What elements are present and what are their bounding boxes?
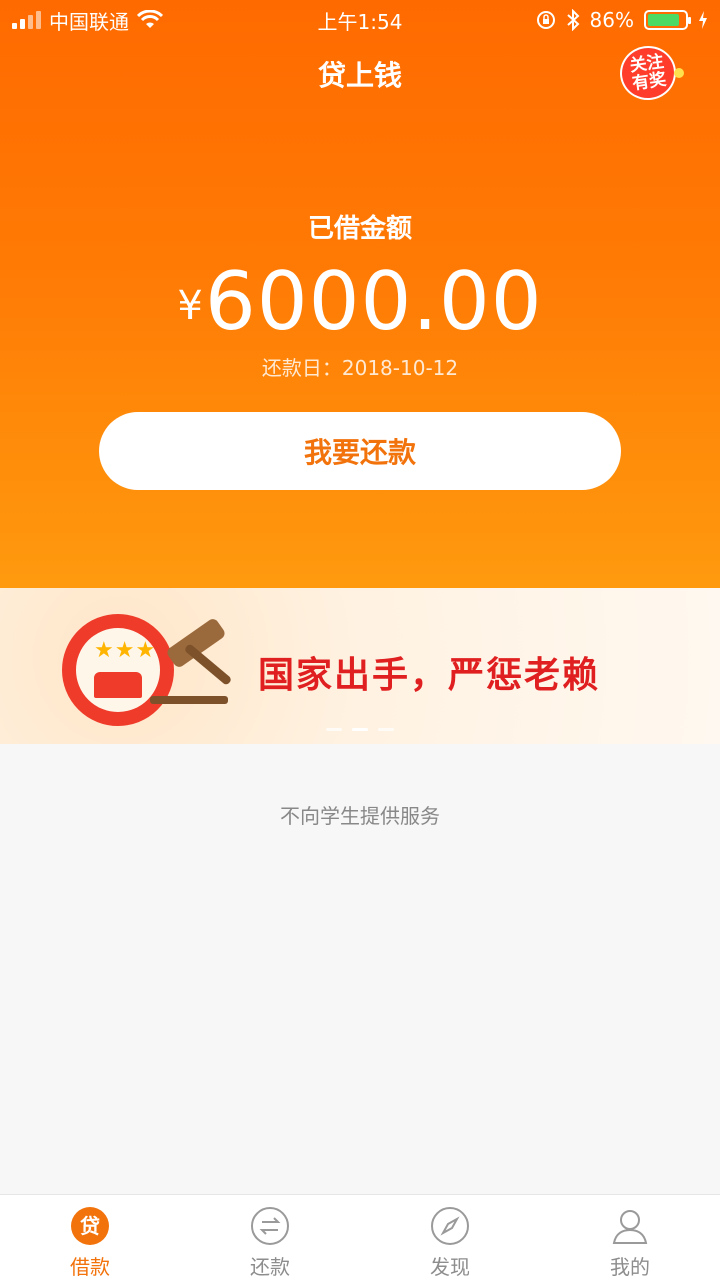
promo-line-2: 有奖 <box>631 69 668 95</box>
currency-symbol: ¥ <box>177 283 203 329</box>
bluetooth-icon <box>566 9 579 31</box>
tab-discover[interactable]: 发现 <box>360 1195 540 1280</box>
borrowed-amount: ¥6000.00 <box>0 255 720 348</box>
student-notice: 不向学生提供服务 <box>280 804 440 828</box>
svg-text:贷: 贷 <box>80 1214 100 1238</box>
compass-icon <box>429 1205 471 1247</box>
amount-value: 6000.00 <box>204 255 543 348</box>
emblem-base <box>94 672 142 698</box>
app-screen: 中国联通 上午1:54 86% 贷上钱 关注 有奖 已借金额 ¥6000.00 … <box>0 0 720 1280</box>
status-bar: 中国联通 上午1:54 86% <box>0 0 720 40</box>
tab-label: 借款 <box>70 1255 110 1279</box>
status-left: 中国联通 <box>12 6 163 35</box>
loan-icon: 贷 <box>69 1205 111 1247</box>
gavel-base <box>150 696 228 704</box>
tab-mine[interactable]: 我的 <box>540 1195 720 1280</box>
borrowed-amount-label: 已借金额 <box>307 214 412 244</box>
banner-dot[interactable] <box>326 728 342 731</box>
charging-icon <box>699 11 707 29</box>
banner-pagination[interactable] <box>0 728 720 731</box>
due-date: 还款日：2018-10-12 <box>261 356 459 380</box>
banner-dot[interactable] <box>378 728 394 731</box>
rotation-lock-icon <box>536 11 555 29</box>
tab-bar: 贷 借款 还款 发现 我的 <box>0 1194 720 1280</box>
banner-text: 国家出手，严惩老赖 <box>258 655 601 696</box>
status-right: 86% <box>536 8 708 32</box>
repay-button[interactable]: 我要还款 <box>99 412 621 490</box>
battery-icon <box>644 10 691 30</box>
court-emblem-icon: ★★★ <box>62 614 174 726</box>
follow-reward-badge[interactable]: 关注 有奖 <box>616 42 680 104</box>
page-title: 贷上钱 <box>317 59 402 92</box>
tab-repay[interactable]: 还款 <box>180 1195 360 1280</box>
repay-icon <box>249 1205 291 1247</box>
tab-label: 发现 <box>430 1255 470 1279</box>
tab-label: 还款 <box>250 1255 290 1279</box>
wifi-icon <box>137 10 163 28</box>
banner-dot[interactable] <box>352 728 368 731</box>
tab-label: 我的 <box>610 1255 650 1279</box>
carrier-label: 中国联通 <box>49 9 129 34</box>
user-icon <box>609 1205 651 1247</box>
tab-loan[interactable]: 贷 借款 <box>0 1195 180 1280</box>
battery-level <box>648 14 679 26</box>
stars-icon: ★★★ <box>94 638 157 663</box>
hero-section: 中国联通 上午1:54 86% 贷上钱 关注 有奖 已借金额 ¥6000.00 … <box>0 0 720 588</box>
battery-percent: 86% <box>589 8 634 32</box>
signal-icon <box>12 11 41 29</box>
nav-bar: 贷上钱 关注 有奖 <box>0 40 720 108</box>
promo-dot <box>674 68 684 78</box>
